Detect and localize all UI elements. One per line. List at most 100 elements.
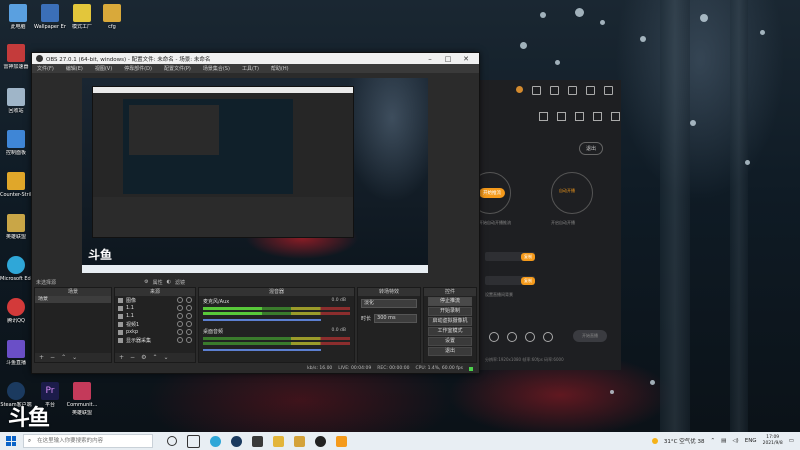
- obs-taskbar-icon[interactable]: [315, 435, 326, 447]
- task-view-icon[interactable]: [187, 434, 200, 448]
- lock-icon[interactable]: [186, 329, 192, 335]
- lock-icon[interactable]: [186, 321, 192, 327]
- add-icon[interactable]: +: [119, 354, 124, 361]
- studio-mode-button[interactable]: 工作室模式: [428, 327, 472, 336]
- eye-icon[interactable]: [177, 305, 183, 311]
- remove-icon[interactable]: −: [130, 354, 135, 361]
- menu-help[interactable]: 帮助(H): [271, 65, 289, 72]
- lock-icon[interactable]: [186, 297, 192, 303]
- source-item[interactable]: 1.1: [115, 304, 195, 312]
- mic-icon[interactable]: [507, 332, 517, 342]
- notification-center-icon[interactable]: ▭: [789, 438, 794, 444]
- start-stream-button[interactable]: 开始推流: [479, 188, 505, 198]
- share-icon[interactable]: [550, 86, 559, 95]
- language-indicator[interactable]: ENG: [745, 438, 757, 444]
- start-virtual-camera-button[interactable]: 启动虚拟摄像机: [428, 317, 472, 326]
- source-item[interactable]: 1.1: [115, 312, 195, 320]
- maximize-icon[interactable]: □: [439, 55, 457, 63]
- lock-icon[interactable]: [557, 112, 566, 121]
- copy-server-button[interactable]: 复制: [521, 253, 535, 261]
- close-icon[interactable]: [604, 86, 613, 95]
- minimize-icon[interactable]: –: [421, 55, 439, 63]
- gear-icon[interactable]: ⚙: [144, 279, 148, 285]
- add-icon[interactable]: +: [39, 354, 44, 361]
- volume-slider[interactable]: [203, 349, 321, 351]
- desktop-icon-lol[interactable]: 英雄联盟: [0, 214, 32, 240]
- gear-icon[interactable]: ⚙: [141, 354, 146, 361]
- remove-icon[interactable]: −: [50, 354, 55, 361]
- eye-icon[interactable]: [177, 329, 183, 335]
- desktop-icon-cfg[interactable]: cfg: [96, 4, 128, 30]
- menu-view[interactable]: 视图(V): [95, 65, 112, 72]
- settings-button[interactable]: 设置: [428, 337, 472, 346]
- source-item[interactable]: 图像: [115, 296, 195, 304]
- csgo-taskbar-icon[interactable]: [294, 435, 305, 447]
- desktop-icon-csgo[interactable]: Counter-Strike Global Offe...: [0, 172, 32, 198]
- source-item[interactable]: pxkp: [115, 328, 195, 336]
- live-assistant-taskbar-icon[interactable]: [336, 435, 347, 447]
- exit-button[interactable]: 退出: [428, 347, 472, 356]
- edge-icon[interactable]: [210, 435, 221, 447]
- gear-icon[interactable]: [543, 332, 553, 342]
- desktop-icon-control-panel[interactable]: 控制面板: [0, 130, 32, 156]
- bell-icon[interactable]: [568, 86, 577, 95]
- volume-slider[interactable]: [203, 319, 321, 321]
- menu-docks[interactable]: 停靠部件(D): [124, 65, 152, 72]
- desktop-icon-douyu[interactable]: 斗鱼直播: [0, 340, 32, 366]
- obs-preview-canvas[interactable]: 斗鱼: [82, 78, 428, 273]
- home-icon[interactable]: [539, 112, 548, 121]
- desktop-icon-accelerator[interactable]: 雷神加速器: [0, 44, 32, 70]
- source-item[interactable]: 视频1: [115, 320, 195, 328]
- clock[interactable]: 17:09 2021/9/8: [763, 435, 783, 447]
- logout-button[interactable]: 退出: [578, 142, 603, 155]
- start-recording-button[interactable]: 开始录制: [428, 307, 472, 316]
- notification-icon[interactable]: [593, 112, 602, 121]
- menu-tools[interactable]: 工具(T): [242, 65, 259, 72]
- lock-icon[interactable]: [186, 305, 192, 311]
- share-icon[interactable]: [611, 112, 620, 121]
- steam-icon[interactable]: [231, 435, 242, 447]
- eye-icon[interactable]: [177, 321, 183, 327]
- background-setting-checkbox[interactable]: 设置直播间背景: [485, 292, 513, 298]
- chevron-down-icon[interactable]: ⌄: [72, 354, 77, 361]
- menu-scene-collection[interactable]: 场景集合(S): [203, 65, 230, 72]
- file-explorer-icon[interactable]: [273, 435, 284, 447]
- properties-button[interactable]: 属性: [153, 279, 163, 286]
- menu-icon[interactable]: [532, 86, 541, 95]
- lock-icon[interactable]: [186, 313, 192, 319]
- filters-icon[interactable]: ◐: [167, 279, 171, 285]
- eye-icon[interactable]: [177, 297, 183, 303]
- copy-key-button[interactable]: 复制: [521, 277, 535, 285]
- filters-button[interactable]: 滤镜: [175, 279, 185, 286]
- tray-chevron-icon[interactable]: ⌃: [711, 438, 716, 444]
- camera-icon[interactable]: [525, 332, 535, 342]
- user-avatar[interactable]: [516, 86, 523, 93]
- go-live-button[interactable]: 开始直播: [573, 330, 607, 342]
- stop-streaming-button[interactable]: 停止推流: [428, 297, 472, 306]
- close-icon[interactable]: ✕: [457, 55, 475, 63]
- desktop-icon-format-factory[interactable]: 模式工厂: [66, 4, 98, 30]
- lock-icon[interactable]: [186, 337, 192, 343]
- network-icon[interactable]: ▤: [721, 438, 726, 444]
- cortana-icon[interactable]: [167, 436, 177, 446]
- transition-type-select[interactable]: 淡化: [361, 299, 417, 308]
- chevron-up-icon[interactable]: ⌃: [61, 354, 66, 361]
- search-input[interactable]: [35, 437, 150, 445]
- speaker-icon[interactable]: [489, 332, 499, 342]
- eye-icon[interactable]: [177, 337, 183, 343]
- chevron-down-icon[interactable]: ⌄: [163, 354, 168, 361]
- desktop-icon-this-pc[interactable]: 此电脑: [2, 4, 34, 30]
- source-item[interactable]: 显示器采集: [115, 336, 195, 344]
- menu-profile[interactable]: 配置文件(P): [164, 65, 191, 72]
- volume-icon[interactable]: ◁): [732, 438, 738, 444]
- desktop-icon-lol-2[interactable]: 英雄联盟: [66, 390, 98, 416]
- chevron-up-icon[interactable]: ⌃: [152, 354, 157, 361]
- start-button[interactable]: [6, 436, 16, 446]
- scene-item[interactable]: 场景: [35, 296, 111, 303]
- gift-icon[interactable]: [575, 112, 584, 121]
- menu-edit[interactable]: 编辑(E): [66, 65, 83, 72]
- duration-input[interactable]: 300 ms: [374, 314, 417, 323]
- desktop-icon-qq[interactable]: 腾讯QQ: [0, 298, 32, 324]
- taskbar-search[interactable]: ⌕: [23, 434, 153, 448]
- weather-label[interactable]: 31°C 空气优 38: [664, 437, 705, 445]
